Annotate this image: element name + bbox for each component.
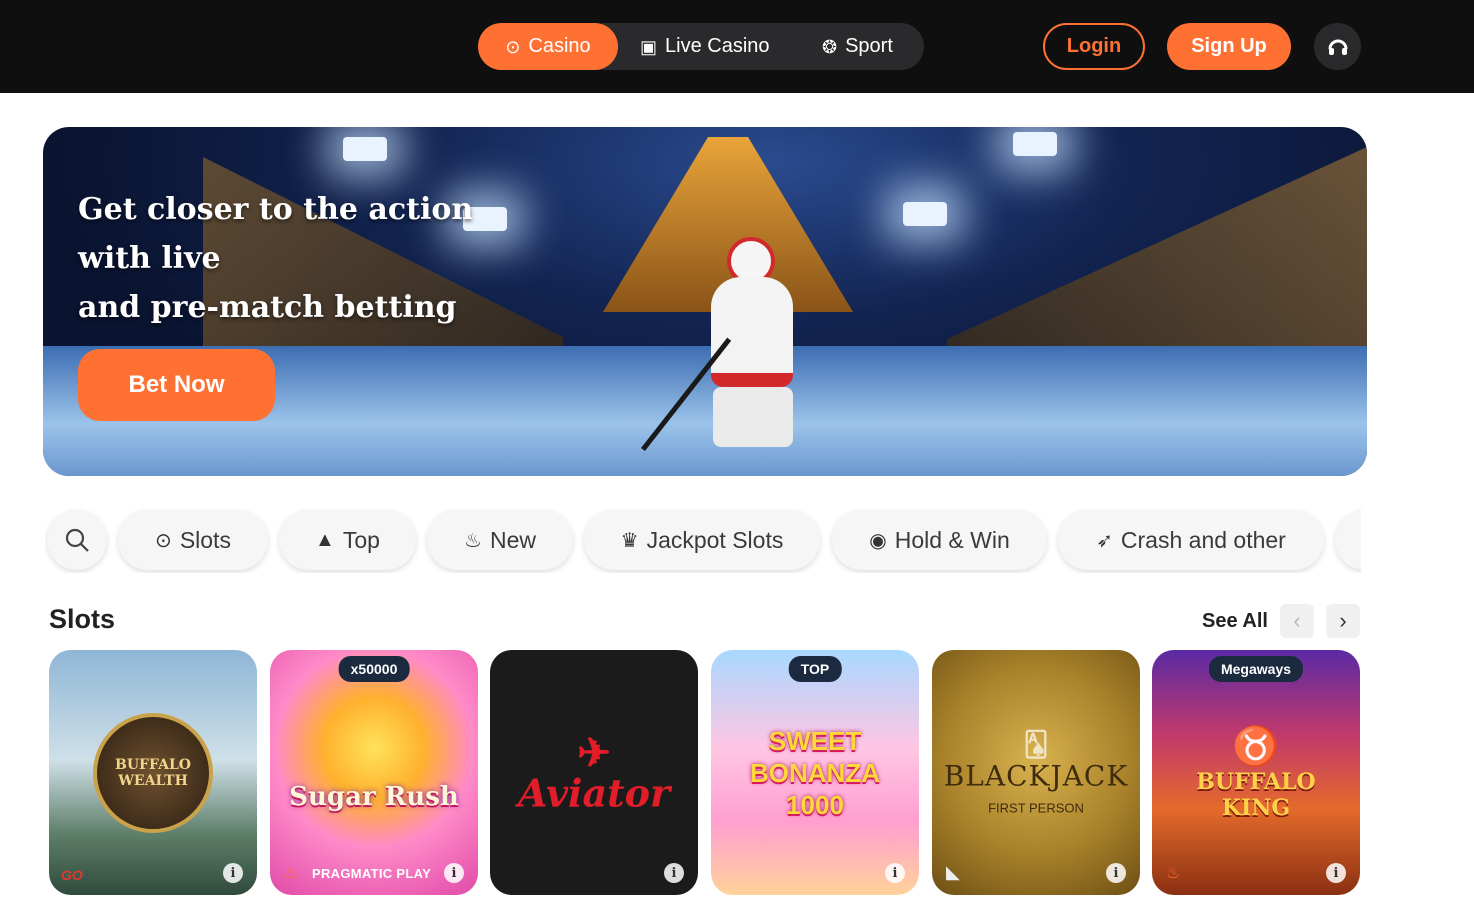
chevron-left-icon: ‹ xyxy=(1293,608,1301,633)
section-title: Slots xyxy=(49,604,116,634)
flame-icon: ♨ xyxy=(464,529,482,552)
tab-casino-label: Casino xyxy=(528,35,591,57)
category-label: Jackpot Slots xyxy=(646,526,784,553)
search-button[interactable] xyxy=(47,510,107,570)
cards-icon: 🂡 xyxy=(1023,731,1049,758)
flame-icon: ♨ xyxy=(1166,865,1181,882)
provider-logo-icon: ◣ xyxy=(946,862,960,882)
game-provider: PRAGMATIC PLAY xyxy=(312,866,432,881)
support-button[interactable] xyxy=(1314,23,1361,70)
game-art-subtitle: FIRST PERSON xyxy=(988,800,1084,815)
game-art: ♉ BUFFALO KING xyxy=(1171,725,1341,821)
info-icon[interactable]: i xyxy=(1326,863,1346,883)
floodlight-icon xyxy=(343,137,387,161)
search-icon xyxy=(65,528,89,552)
casino-chip-icon: ⊙ xyxy=(155,529,172,552)
game-art: SWEET BONANZA 1000 xyxy=(745,725,885,821)
game-art-title: Sugar Rush xyxy=(289,782,459,812)
headset-icon xyxy=(1328,39,1347,55)
category-crash-and-other[interactable]: ➶ Crash and other xyxy=(1058,510,1324,570)
tab-live-casino[interactable]: ▣ Live Casino xyxy=(640,23,780,70)
floodlight-icon xyxy=(1013,132,1057,156)
banner-headline-line: and pre-match betting xyxy=(78,290,457,325)
banner-headline: Get closer to the action with live and p… xyxy=(78,185,538,332)
category-next-partial[interactable] xyxy=(1335,510,1361,570)
casino-chip-icon: ⊙ xyxy=(505,36,521,57)
triangle-icon: ▲ xyxy=(315,528,335,551)
signup-button[interactable]: Sign Up xyxy=(1167,23,1291,70)
info-icon[interactable]: i xyxy=(885,863,905,883)
game-badge: x50000 xyxy=(338,656,410,682)
floodlight-icon xyxy=(903,202,947,226)
game-art-title: BUFFALO KING xyxy=(1196,768,1316,821)
category-hold-and-win[interactable]: ◉ Hold & Win xyxy=(832,510,1047,570)
soccer-ball-icon: ❂ xyxy=(822,36,838,57)
rocket-icon: ➶ xyxy=(1096,529,1113,552)
game-art-title: Aviator xyxy=(518,770,670,815)
carousel-next-button[interactable]: › xyxy=(1326,604,1360,638)
game-tile-sugar-rush[interactable]: x50000 Sugar Rush ♨ PRAGMATIC PLAY i xyxy=(270,650,478,895)
provider-logo-icon: GO xyxy=(61,867,83,883)
info-icon[interactable]: i xyxy=(664,863,684,883)
category-label: Top xyxy=(342,526,380,553)
game-art-title: BLACKJACK xyxy=(943,759,1129,792)
game-badge: Megaways xyxy=(1208,656,1304,682)
info-icon[interactable]: i xyxy=(1106,863,1126,883)
game-art-title: SWEET BONANZA 1000 xyxy=(750,725,880,820)
carousel-prev-button[interactable]: ‹ xyxy=(1280,604,1314,638)
info-icon[interactable]: i xyxy=(444,863,464,883)
category-jackpot-slots[interactable]: ♛ Jackpot Slots xyxy=(584,510,820,570)
game-art-title: BUFFALO WEALTH xyxy=(114,756,191,789)
see-all-link[interactable]: See All xyxy=(1202,610,1268,633)
hockey-player-illustration xyxy=(683,237,823,457)
category-top[interactable]: ▲ Top xyxy=(279,510,416,570)
game-tile-aviator[interactable]: ✈ Aviator i xyxy=(490,650,698,895)
category-new[interactable]: ♨ New xyxy=(427,510,573,570)
banner-headline-line: Get closer to the action xyxy=(78,192,474,227)
game-tile-sweet-bonanza[interactable]: TOP SWEET BONANZA 1000 i xyxy=(711,650,919,895)
category-label: New xyxy=(489,526,536,553)
category-slots[interactable]: ⊙ Slots xyxy=(118,510,268,570)
coins-icon: ◉ xyxy=(869,529,887,552)
game-art: ✈ Aviator xyxy=(518,730,670,815)
category-label: Slots xyxy=(179,526,231,553)
tab-live-casino-label: Live Casino xyxy=(665,35,770,57)
game-art: BUFFALO WEALTH xyxy=(93,712,213,833)
tab-casino[interactable]: ⊙ Casino xyxy=(478,23,618,70)
tab-sport[interactable]: ❂ Sport xyxy=(822,23,912,70)
game-badge: TOP xyxy=(788,656,842,682)
live-tv-icon: ▣ xyxy=(640,36,658,57)
bet-now-button[interactable]: Bet Now xyxy=(78,349,275,421)
flame-icon: ♨ xyxy=(284,865,299,882)
crown-icon: ♛ xyxy=(620,529,639,552)
top-navigation-bar: ⊙ Casino ▣ Live Casino ❂ Sport Login Sig… xyxy=(0,0,1474,93)
category-filter-bar: ⊙ Slots ▲ Top ♨ New ♛ Jackpot Slots ◉ Ho… xyxy=(45,507,1361,573)
category-label: Hold & Win xyxy=(894,526,1010,553)
tab-sport-label: Sport xyxy=(845,35,893,57)
game-tile-buffalo-wealth[interactable]: BUFFALO WEALTH GO i xyxy=(49,650,257,895)
banner-headline-line: with live xyxy=(78,241,221,276)
login-button[interactable]: Login xyxy=(1043,23,1145,70)
game-art: Sugar Rush xyxy=(289,782,459,812)
game-art: 🂡 BLACKJACK FIRST PERSON xyxy=(941,730,1131,815)
game-tile-blackjack[interactable]: 🂡 BLACKJACK FIRST PERSON ◣ i xyxy=(932,650,1140,895)
chevron-right-icon: › xyxy=(1339,608,1347,633)
info-icon[interactable]: i xyxy=(223,863,243,883)
product-switcher: ⊙ Casino ▣ Live Casino ❂ Sport xyxy=(478,23,924,70)
game-tile-buffalo-king[interactable]: Megaways ♉ BUFFALO KING ♨ i xyxy=(1152,650,1360,895)
category-label: Crash and other xyxy=(1120,526,1286,553)
buffalo-icon: ♉ xyxy=(1232,725,1280,768)
